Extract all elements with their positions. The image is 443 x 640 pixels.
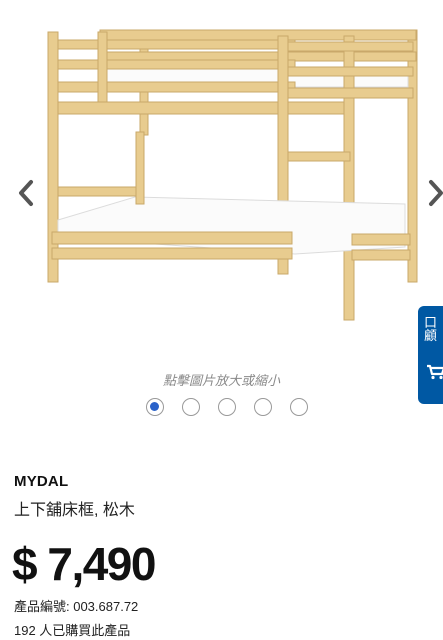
product-image-gallery[interactable]: [0, 0, 443, 365]
chevron-right-icon: [429, 180, 443, 206]
pagination-dot-1[interactable]: [146, 398, 164, 416]
next-image-button[interactable]: [422, 175, 443, 211]
previous-image-button[interactable]: [12, 175, 40, 211]
product-brand: MYDAL: [14, 473, 69, 490]
shopping-cart-tab[interactable]: 口 顧: [418, 306, 443, 404]
product-image[interactable]: [40, 22, 430, 322]
zoom-hint: 點擊圖片放大或縮小: [162, 373, 280, 388]
chevron-left-icon: [19, 180, 33, 206]
image-pagination: [146, 398, 308, 416]
product-description: 上下舖床框, 松木: [14, 502, 135, 519]
pagination-dot-3[interactable]: [218, 398, 236, 416]
purchase-count: 192 人已購買此產品: [14, 623, 131, 638]
pagination-dot-2[interactable]: [182, 398, 200, 416]
pagination-dot-5[interactable]: [290, 398, 308, 416]
cart-tab-label: 口 顧: [424, 315, 438, 343]
product-price: $ 7,490: [12, 538, 156, 590]
pagination-dot-4[interactable]: [254, 398, 272, 416]
article-number: 產品編號: 003.687.72: [14, 599, 139, 614]
